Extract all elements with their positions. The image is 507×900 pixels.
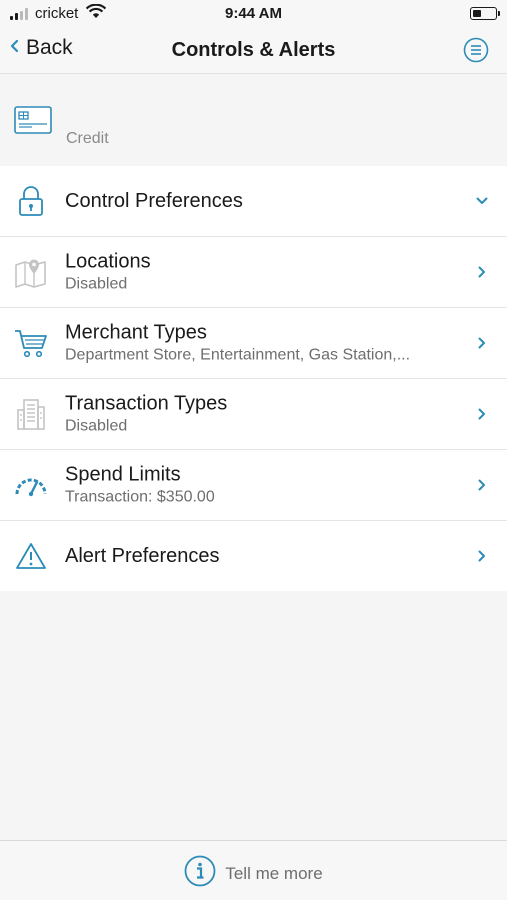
list-item-control-preferences[interactable]: Control Preferences [0,166,507,237]
card-type-label: Credit [66,130,109,147]
list-item-spend-limits[interactable]: Spend Limits Transaction: $350.00 [0,450,507,521]
lock-icon [14,184,48,218]
list-item-transaction-types[interactable]: Transaction Types Disabled [0,379,507,450]
warning-icon [14,539,48,573]
credit-card-icon [14,106,52,139]
map-pin-icon [14,255,48,289]
list-item-subtitle: Disabled [65,417,128,435]
status-time: 9:44 AM [225,5,282,22]
chevron-down-icon [476,194,488,208]
list-item-subtitle: Transaction: $350.00 [65,488,215,506]
chevron-right-icon [476,336,488,350]
building-icon [14,397,48,431]
list-item-title: Alert Preferences [65,545,220,567]
list-item-merchant-types[interactable]: Merchant Types Department Store, Enterta… [0,308,507,379]
footer-bar: Tell me more [0,840,507,900]
list-item-title: Control Preferences [65,190,243,212]
list-item-title: Transaction Types [65,392,228,415]
list-item-title: Spend Limits [65,463,181,486]
chevron-right-icon [476,407,488,421]
list-item-subtitle: Disabled [65,275,128,293]
gauge-icon [14,468,48,502]
card-summary: Credit [0,75,507,165]
page-title: Controls & Alerts [171,39,336,61]
list-item-title: Merchant Types [65,321,207,344]
menu-button[interactable] [463,37,489,68]
info-icon [184,855,216,892]
tell-me-more-button[interactable]: Tell me more [0,855,507,892]
list-item-locations[interactable]: Locations Disabled [0,237,507,308]
chevron-right-icon [476,549,488,563]
battery-icon [470,7,500,20]
tell-me-more-label: Tell me more [225,863,323,883]
menu-icon [463,37,489,67]
shopping-cart-icon [14,326,48,360]
navigation-bar: Back Controls & Alerts [0,28,507,74]
status-bar: cricket 9:44 AM [0,0,507,28]
list-item-title: Locations [65,250,151,273]
chevron-right-icon [476,478,488,492]
chevron-right-icon [476,265,488,279]
controls-list: Control Preferences Locations Disabled M… [0,166,507,591]
list-item-alert-preferences[interactable]: Alert Preferences [0,521,507,591]
list-item-subtitle: Department Store, Entertainment, Gas Sta… [65,346,411,364]
